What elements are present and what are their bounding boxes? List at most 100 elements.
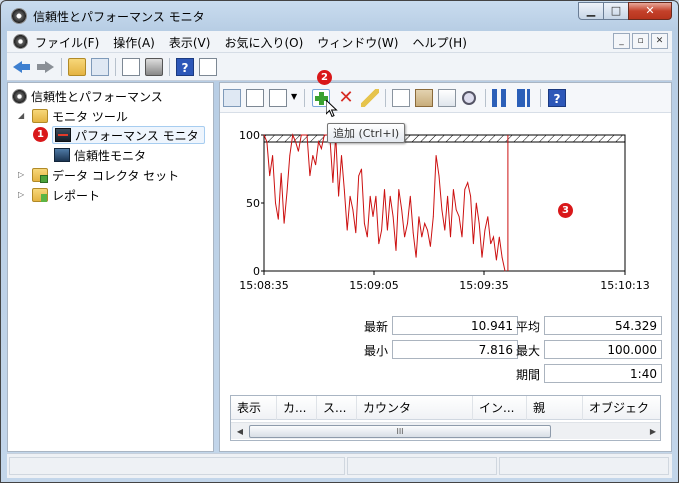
help-icon[interactable]: ? bbox=[548, 89, 566, 107]
last-label: 最新 bbox=[363, 320, 388, 334]
forward-arrow-icon[interactable] bbox=[36, 58, 54, 76]
data-point bbox=[470, 195, 471, 197]
expand-arrow-icon[interactable]: ▷ bbox=[18, 190, 24, 199]
folder-icon bbox=[32, 109, 48, 123]
reliability-monitor-icon bbox=[54, 148, 70, 162]
export-list-icon[interactable] bbox=[122, 58, 140, 76]
zoom-icon[interactable] bbox=[462, 91, 476, 105]
column-counter[interactable]: カウンタ bbox=[357, 396, 473, 420]
print-icon[interactable] bbox=[145, 58, 163, 76]
menu-favorites[interactable]: お気に入り(O) bbox=[224, 34, 303, 51]
scrollbar-thumb[interactable]: III bbox=[249, 425, 551, 438]
collapse-arrow-icon[interactable]: ◢ bbox=[18, 111, 24, 120]
expand-arrow-icon[interactable]: ▷ bbox=[18, 170, 24, 179]
maximum-value: 100.000 bbox=[544, 340, 662, 359]
tree-item-reports[interactable]: レポート bbox=[32, 186, 100, 204]
tree-item-data-collector-sets[interactable]: データ コレクタ セット bbox=[32, 166, 179, 184]
annotation-badge-3: 3 bbox=[558, 203, 573, 218]
action-pane-icon[interactable] bbox=[199, 58, 217, 76]
highlight-icon[interactable] bbox=[361, 89, 379, 107]
column-scale[interactable]: ス... bbox=[317, 396, 357, 420]
menu-help[interactable]: ヘルプ(H) bbox=[412, 34, 466, 51]
average-value: 54.329 bbox=[544, 316, 662, 335]
help-icon[interactable]: ? bbox=[176, 58, 194, 76]
column-parent[interactable]: 親 bbox=[527, 396, 583, 420]
data-point bbox=[300, 134, 302, 136]
mdi-minimize-button[interactable]: _ bbox=[613, 33, 630, 49]
back-arrow-icon[interactable] bbox=[13, 58, 31, 76]
duration-value: 1:40 bbox=[544, 364, 662, 383]
data-point bbox=[303, 134, 305, 136]
column-show[interactable]: 表示 bbox=[231, 396, 277, 420]
tree-item-reliability-monitor[interactable]: 信頼性モニタ bbox=[54, 146, 146, 164]
dropdown-arrow-icon[interactable]: ▼ bbox=[291, 92, 297, 101]
data-point bbox=[298, 150, 299, 152]
counter-list: 表示 カ... ス... カウンタ イン... 親 オブジェク ◀ III ▶ bbox=[230, 395, 661, 441]
data-point bbox=[441, 209, 443, 211]
close-button[interactable]: ✕ bbox=[628, 2, 672, 20]
scroll-right-arrow-icon[interactable]: ▶ bbox=[646, 425, 660, 438]
data-point bbox=[266, 141, 268, 143]
menu-view[interactable]: 表示(V) bbox=[169, 34, 211, 51]
menu-file[interactable]: ファイル(F) bbox=[35, 34, 99, 51]
data-point bbox=[409, 195, 411, 197]
change-graph-type-icon[interactable] bbox=[269, 89, 287, 107]
data-point bbox=[487, 216, 489, 217]
menu-action[interactable]: 操作(A) bbox=[113, 34, 155, 51]
view-graph-icon[interactable] bbox=[223, 89, 241, 107]
window-controls: ▁ □ ✕ bbox=[578, 2, 672, 21]
performance-icon bbox=[12, 88, 27, 104]
minimize-button[interactable]: ▁ bbox=[578, 2, 604, 20]
title-bar[interactable]: 信頼性とパフォーマンス モニタ ▁ □ ✕ bbox=[1, 1, 678, 31]
data-point bbox=[343, 189, 345, 190]
menu-items: ファイル(F) 操作(A) 表示(V) お気に入り(O) ウィンドウ(W) ヘル… bbox=[35, 34, 481, 51]
tree-item-monitor-tools[interactable]: モニタ ツール bbox=[32, 107, 128, 125]
data-point bbox=[375, 195, 377, 197]
data-point bbox=[315, 164, 316, 166]
maximize-button[interactable]: □ bbox=[603, 2, 629, 20]
app-window: 信頼性とパフォーマンス モニタ ▁ □ ✕ ファイル(F) 操作(A) 表示(V… bbox=[0, 0, 679, 483]
data-point bbox=[501, 257, 503, 258]
scroll-left-arrow-icon[interactable]: ◀ bbox=[233, 425, 247, 438]
mdi-restore-button[interactable]: ▫ bbox=[632, 33, 649, 49]
menu-bar: ファイル(F) 操作(A) 表示(V) お気に入り(O) ウィンドウ(W) ヘル… bbox=[7, 31, 672, 53]
data-point bbox=[292, 134, 294, 136]
data-point bbox=[352, 209, 354, 211]
data-point bbox=[283, 223, 285, 224]
data-point bbox=[269, 175, 271, 177]
horizontal-scrollbar[interactable]: ◀ III ▶ bbox=[231, 422, 660, 439]
update-data-icon[interactable] bbox=[515, 89, 533, 107]
mdi-close-button[interactable]: ✕ bbox=[651, 33, 668, 49]
data-point bbox=[458, 216, 460, 217]
y-tick-label: 100 bbox=[239, 129, 260, 142]
view-current-data-icon[interactable] bbox=[246, 89, 264, 107]
toolbar-separator bbox=[169, 58, 170, 76]
data-point bbox=[464, 189, 466, 190]
freeze-display-icon[interactable] bbox=[492, 89, 510, 107]
console-icon[interactable] bbox=[13, 34, 28, 49]
up-folder-icon[interactable] bbox=[68, 58, 86, 76]
column-object[interactable]: オブジェク bbox=[583, 396, 660, 420]
show-hide-tree-icon[interactable] bbox=[91, 58, 109, 76]
paste-counter-icon[interactable] bbox=[415, 89, 433, 107]
status-segment bbox=[347, 457, 497, 475]
x-tick-label: 15:09:05 bbox=[349, 279, 398, 292]
menu-window[interactable]: ウィンドウ(W) bbox=[317, 34, 398, 51]
data-point bbox=[467, 182, 469, 183]
copy-properties-icon[interactable] bbox=[392, 89, 410, 107]
data-point bbox=[318, 141, 319, 143]
data-point bbox=[490, 243, 492, 245]
data-point bbox=[438, 175, 440, 177]
mouse-cursor-icon bbox=[326, 100, 338, 118]
properties-icon[interactable] bbox=[438, 89, 456, 107]
column-instance[interactable]: イン... bbox=[473, 396, 527, 420]
x-tick-label: 15:10:13 bbox=[600, 279, 649, 292]
tree-item-root[interactable]: 信頼性とパフォーマンス bbox=[12, 87, 163, 105]
column-color[interactable]: カ... bbox=[277, 396, 317, 420]
minimum-label: 最小 bbox=[363, 344, 388, 358]
data-point bbox=[430, 246, 431, 247]
delete-counter-icon[interactable]: ✕ bbox=[337, 89, 355, 107]
data-point bbox=[498, 236, 500, 238]
data-point bbox=[407, 223, 408, 224]
tree-item-performance-monitor[interactable]: パフォーマンス モニタ bbox=[52, 126, 205, 144]
